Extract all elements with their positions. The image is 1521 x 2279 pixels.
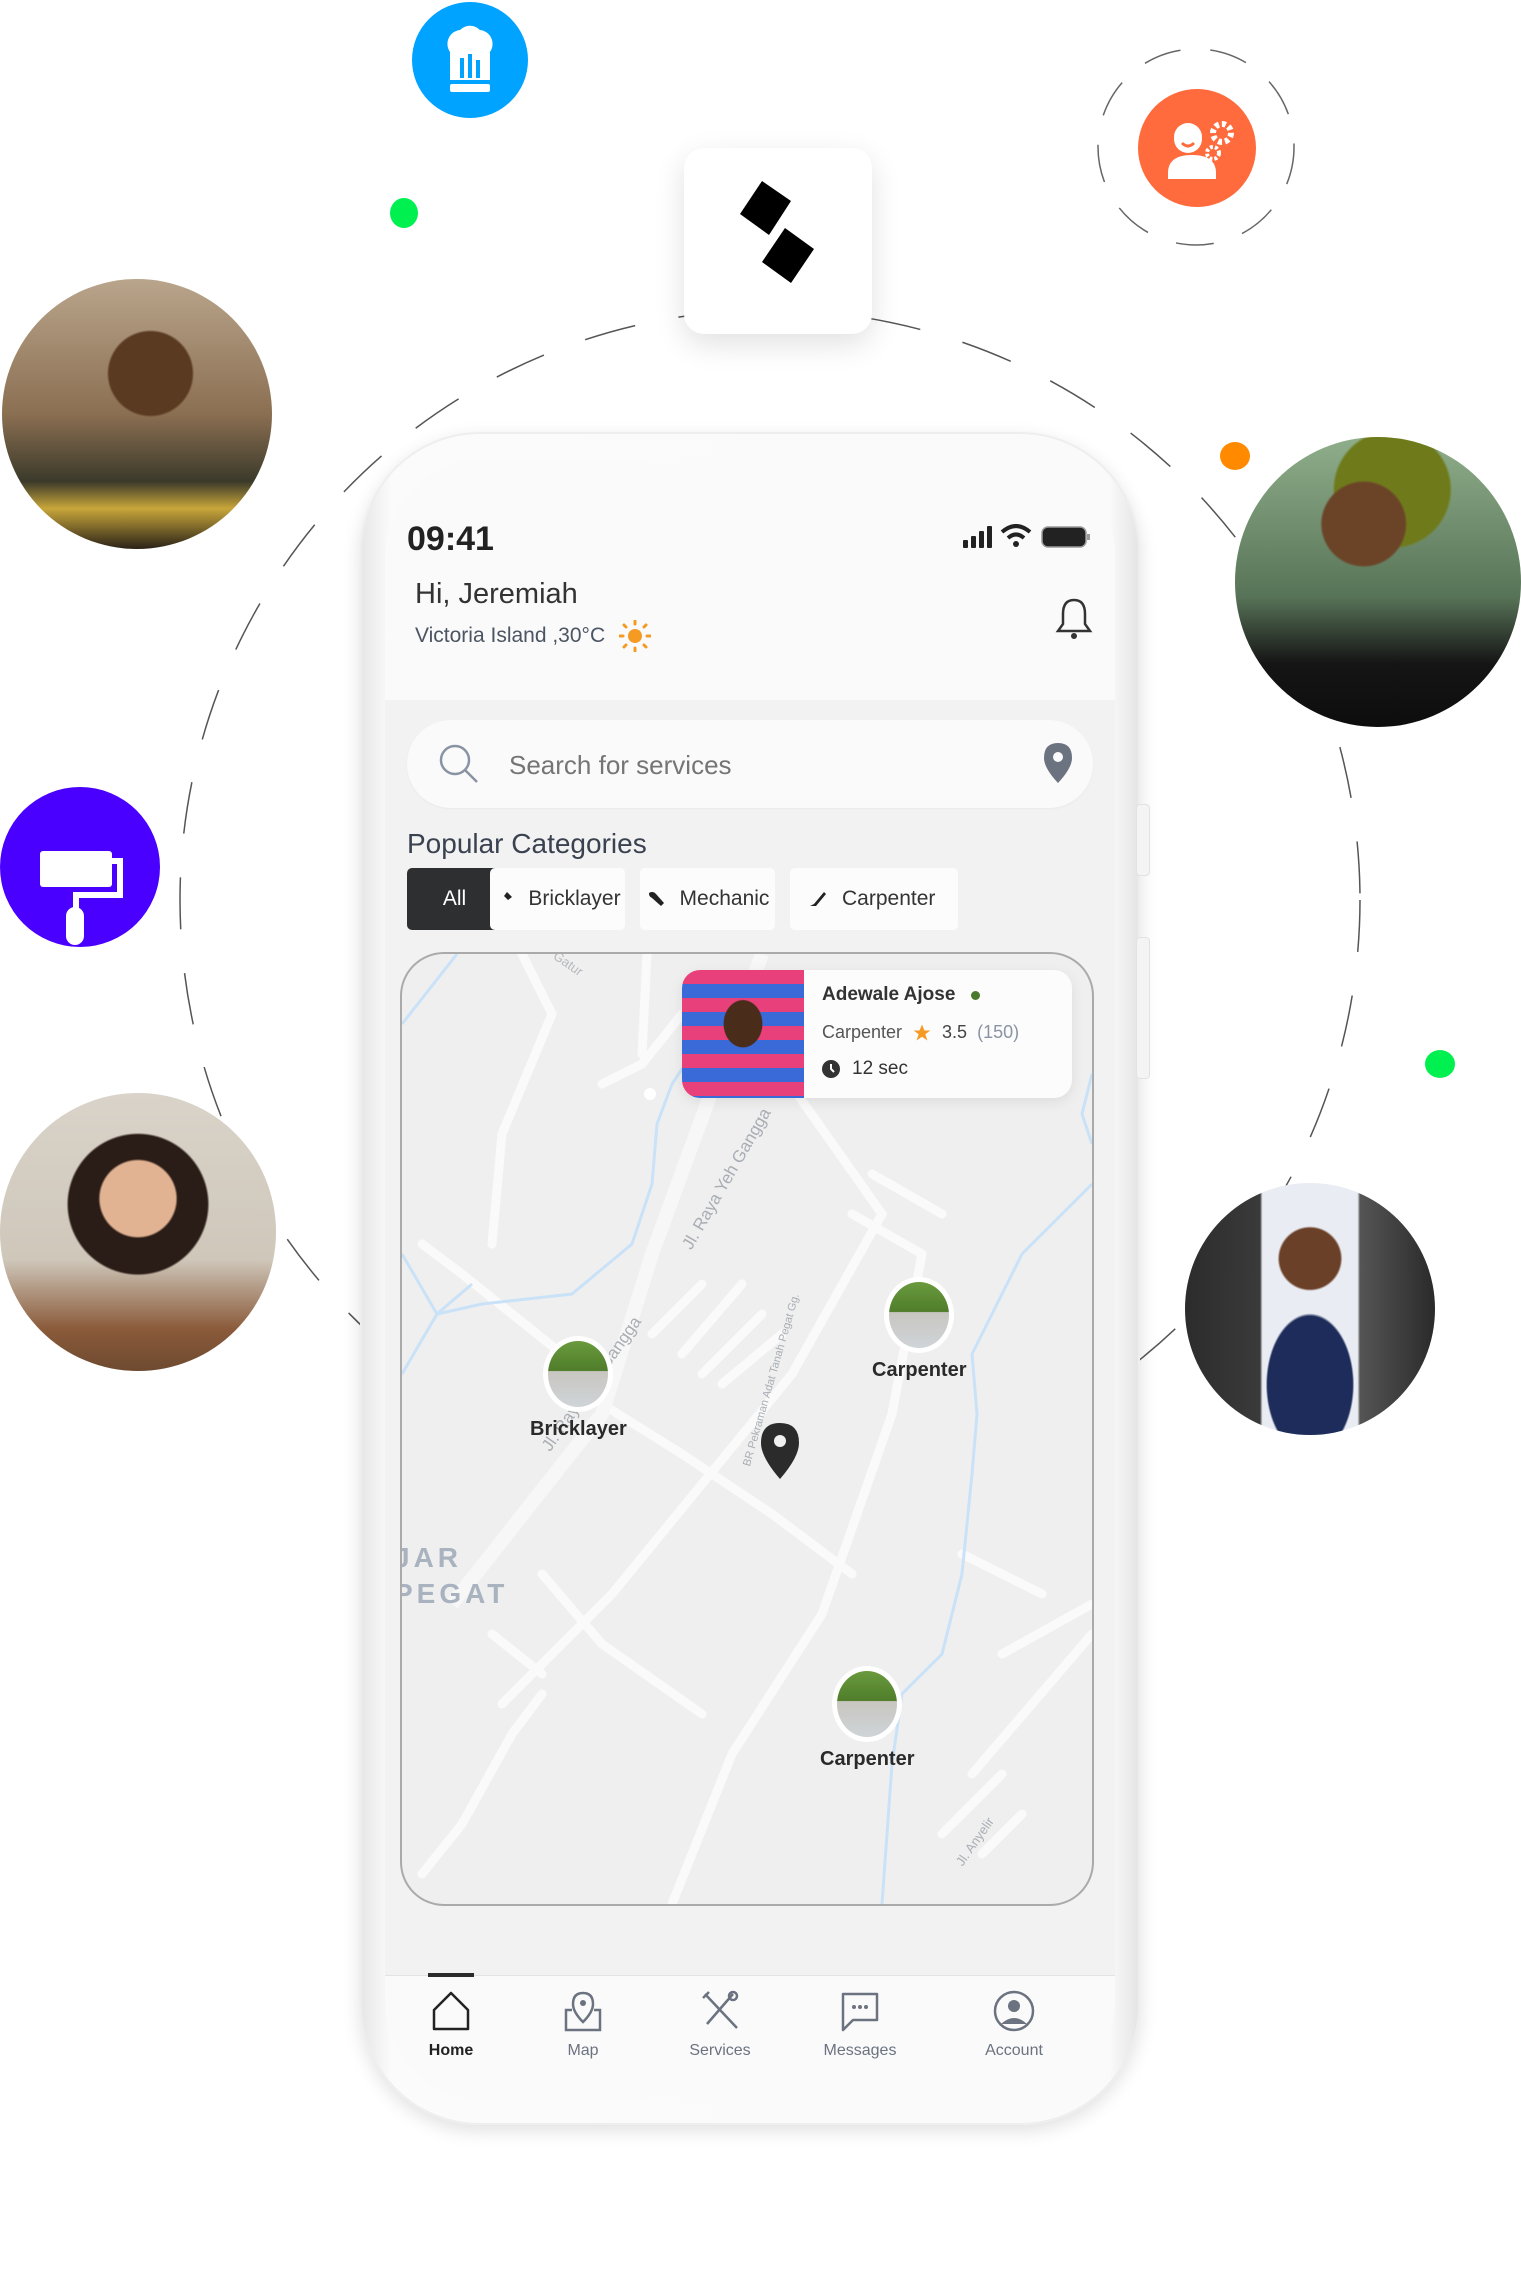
laughing-woman-photo [0, 1093, 276, 1371]
location-pin-icon[interactable] [1043, 742, 1073, 784]
provider-card[interactable]: Adewale Ajose Carpenter 3.5 (150) 12 sec [682, 970, 1072, 1098]
search-bar[interactable] [407, 720, 1093, 808]
tab-map[interactable]: Map [518, 1990, 648, 2060]
search-input[interactable] [507, 742, 1011, 788]
chip-carpenter[interactable]: Carpenter [790, 868, 958, 930]
provider-rating: 3.5 [942, 1022, 968, 1042]
search-icon [439, 744, 478, 783]
painter-badge [0, 787, 160, 947]
greeting: Hi, Jeremiah [415, 578, 578, 610]
saw-icon [810, 892, 826, 906]
chip-bricklayer[interactable]: Bricklayer [490, 868, 625, 930]
map-view[interactable]: Gatur Jl. Raya Yeh Gangga Jl. Raya Yeh G… [400, 952, 1094, 1906]
provider-meta: Carpenter 3.5 (150) [822, 1022, 1019, 1043]
phone-frame: 09:41 Hi, Jeremiah Victoria Island ,30°C… [360, 432, 1150, 2125]
provider-photo [682, 970, 804, 1098]
chip-label: Carpenter [842, 887, 936, 910]
chef-hat-icon [447, 25, 493, 92]
worker-avatar [832, 1666, 903, 1742]
online-status-dot [971, 990, 981, 1000]
app-logo-tile [684, 148, 872, 334]
tab-home[interactable]: Home [386, 1990, 516, 2060]
marker-label: Carpenter [820, 1748, 915, 1770]
provider-reviews: (150) [977, 1022, 1020, 1042]
tab-services[interactable]: Services [655, 1990, 785, 2060]
signal-icon [963, 526, 992, 548]
side-button [1136, 937, 1150, 1079]
tab-label: Messages [823, 2042, 897, 2059]
location-text: Victoria Island ,30°C [415, 624, 606, 647]
app-logo-icon [740, 181, 814, 283]
tab-label: Services [689, 2042, 751, 2059]
chip-label: Mechanic [679, 887, 770, 910]
green-dot [1425, 1050, 1455, 1078]
account-icon [993, 1990, 1035, 2032]
marker-label: Bricklayer [530, 1418, 627, 1440]
provider-eta: 12 sec [852, 1058, 908, 1079]
location-weather: Victoria Island ,30°C [415, 620, 652, 652]
headwrap-woman-photo [1235, 437, 1521, 727]
area-label: PEGAT [400, 1578, 509, 1609]
content-area: Popular Categories All Bricklayer Mechan… [385, 700, 1115, 1975]
current-location-pin-icon [761, 1423, 799, 1479]
tab-label: Account [985, 2042, 1043, 2059]
categories-title: Popular Categories [407, 828, 647, 859]
tab-label: Map [567, 2042, 599, 2059]
clock-icon [822, 1060, 840, 1078]
doctor-woman-photo [1185, 1183, 1435, 1435]
chip-mechanic[interactable]: Mechanic [640, 868, 775, 930]
hammer-icon [498, 892, 513, 907]
area-label: JAR [400, 1542, 463, 1573]
tab-messages[interactable]: Messages [795, 1990, 925, 2060]
chip-all[interactable]: All [407, 868, 502, 930]
worker-avatar [543, 1336, 614, 1412]
battery-icon [1041, 526, 1090, 548]
star-icon [913, 1024, 931, 1040]
app-screen: 09:41 Hi, Jeremiah Victoria Island ,30°C… [385, 460, 1115, 2100]
bell-icon[interactable] [1053, 596, 1095, 642]
status-time: 09:41 [407, 520, 494, 558]
chef-badge [412, 2, 528, 118]
chat-icon [841, 1992, 879, 2032]
status-bar: 09:41 [385, 520, 1115, 570]
marker-label: Carpenter [872, 1359, 967, 1381]
tab-account[interactable]: Account [949, 1990, 1079, 2060]
sun-icon [619, 620, 652, 652]
worker-gears-icon [1168, 121, 1234, 179]
paint-roller-icon [40, 851, 123, 945]
active-tab-indicator [428, 1973, 474, 1977]
worker-badge [1138, 89, 1256, 207]
provider-name: Adewale Ajose [822, 984, 956, 1005]
bottom-tab-bar: Home Map Services Messages Account [385, 1973, 1115, 2100]
orange-dot [1220, 442, 1250, 470]
chip-label: Bricklayer [528, 887, 621, 910]
map-marker-bricklayer[interactable]: Bricklayer [530, 1336, 627, 1441]
provider-role: Carpenter [822, 1022, 903, 1042]
map-pin-icon [564, 1991, 602, 2032]
chip-label: All [442, 887, 467, 910]
wrench-icon [648, 892, 664, 906]
worker-avatar [884, 1277, 955, 1353]
map-marker-carpenter[interactable]: Carpenter [872, 1277, 966, 1382]
map-marker-carpenter[interactable]: Carpenter [820, 1666, 914, 1771]
tailor-photo [2, 279, 272, 549]
green-dot [390, 198, 418, 228]
home-icon [432, 1991, 470, 2031]
provider-name-row: Adewale Ajose [822, 984, 981, 1006]
wifi-icon [1000, 524, 1032, 547]
tab-label: Home [428, 2042, 474, 2059]
side-button [1136, 804, 1150, 876]
provider-eta-row: 12 sec [822, 1058, 908, 1080]
tools-icon [702, 1990, 739, 2029]
